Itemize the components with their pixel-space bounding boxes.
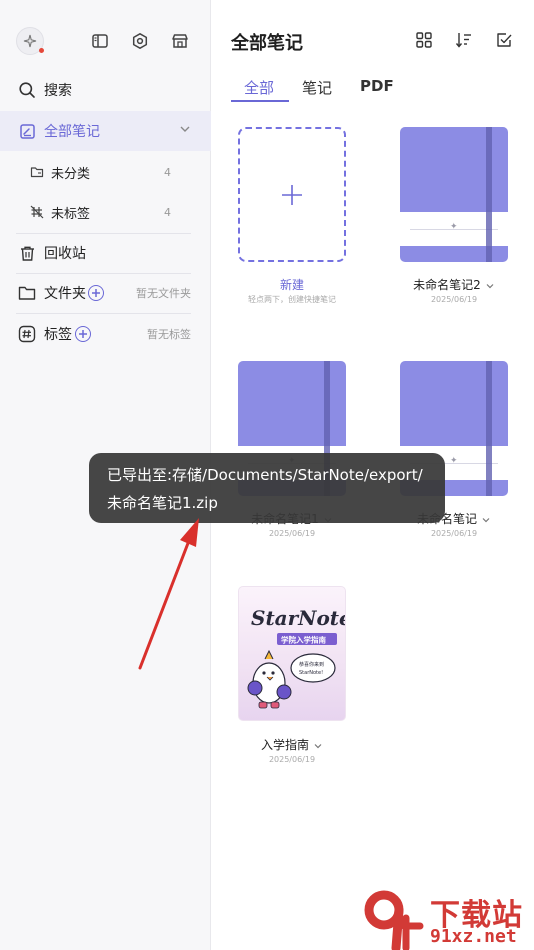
- sidebar-item-label: 全部笔记: [44, 124, 100, 140]
- avatar[interactable]: [16, 27, 44, 55]
- sidebar-item-label: 搜索: [44, 83, 72, 99]
- sidebar-item-all-notes[interactable]: 全部笔记: [0, 111, 211, 151]
- note-title[interactable]: 入学指南: [222, 736, 362, 753]
- empty-hint: 暂无标签: [147, 328, 191, 341]
- sparkle-icon: ✦: [450, 456, 458, 466]
- chevron-down-icon[interactable]: [485, 281, 495, 291]
- watermark: 9f 下载站 91xz.net: [360, 888, 534, 950]
- empty-hint: 暂无文件夹: [136, 287, 191, 300]
- plus-icon: [92, 289, 100, 297]
- chevron-down-icon[interactable]: [313, 741, 323, 751]
- sidebar-item-label: 未标签: [51, 206, 91, 222]
- plus-icon: [282, 184, 302, 205]
- note-date: 2025/06/19: [268, 529, 316, 538]
- sparkle-icon: [23, 34, 37, 48]
- new-note-button[interactable]: [238, 127, 346, 262]
- chevron-down-icon[interactable]: [179, 123, 191, 139]
- notebook-cover[interactable]: ✦: [400, 127, 508, 262]
- tab-pdf[interactable]: PDF: [360, 77, 394, 95]
- sidebar-item-folders[interactable]: 文件夹 暂无文件夹: [0, 273, 211, 313]
- tab-active-indicator: [231, 100, 289, 102]
- sort-icon[interactable]: [453, 29, 475, 51]
- sparkle-icon: ✦: [450, 222, 458, 232]
- search-icon: [18, 81, 36, 99]
- sidebar-item-label: 标签: [44, 327, 72, 343]
- sidebar-item-uncategorized[interactable]: 未分类 4: [0, 152, 211, 192]
- add-folder-button[interactable]: [88, 285, 104, 301]
- folder-icon: [30, 165, 44, 179]
- hashtag-icon: [18, 325, 36, 343]
- settings-icon[interactable]: [128, 29, 152, 53]
- grid-view-icon[interactable]: [413, 29, 435, 51]
- note-date: 2025/06/19: [430, 295, 478, 304]
- sidebar-item-label: 未分类: [51, 166, 91, 182]
- sidebar-toolbar: [16, 27, 196, 55]
- notification-dot: [39, 48, 44, 53]
- sidebar-item-label: 回收站: [44, 246, 86, 262]
- watermark-url: 91xz.net: [430, 926, 517, 947]
- chevron-down-icon[interactable]: [481, 515, 491, 525]
- note-icon: [18, 122, 36, 140]
- page-title: 全部笔记: [231, 33, 303, 54]
- item-count: 4: [164, 165, 171, 179]
- tab-all[interactable]: 全部: [244, 77, 274, 98]
- svg-text:9f: 9f: [360, 888, 362, 889]
- watermark-logo: 9f: [360, 888, 424, 950]
- toast-line: 已导出至:存储/Documents/StarNote/export/: [107, 466, 423, 484]
- svg-text:StarNote: StarNote: [251, 606, 346, 630]
- folder-icon: [18, 284, 36, 302]
- select-icon[interactable]: [493, 29, 515, 51]
- guide-illustration: StarNote 学院入学指南 恭喜你来到 StarNote!: [247, 606, 346, 709]
- tab-notes[interactable]: 笔记: [302, 77, 332, 98]
- untag-icon: [30, 205, 44, 219]
- toast-line: 未命名笔记1.zip: [107, 494, 218, 512]
- plus-icon: [79, 330, 87, 338]
- svg-text:StarNote!: StarNote!: [299, 670, 323, 676]
- store-icon[interactable]: [168, 29, 192, 53]
- cover-strap: [486, 361, 492, 496]
- note-date: 2025/06/19: [430, 529, 478, 538]
- note-title[interactable]: 未命名笔记2: [384, 276, 524, 293]
- sidebar-item-tags[interactable]: 标签 暂无标签: [0, 314, 211, 354]
- new-note-label[interactable]: 新建: [222, 276, 362, 293]
- trash-icon: [18, 244, 36, 262]
- cover-strap: [486, 127, 492, 262]
- sidebar-item-trash[interactable]: 回收站: [0, 233, 211, 273]
- svg-text:学院入学指南: 学院入学指南: [281, 635, 326, 645]
- export-toast: 已导出至:存储/Documents/StarNote/export/ 未命名笔记…: [89, 453, 445, 523]
- sidebar-item-search[interactable]: 搜索: [0, 70, 211, 110]
- add-tag-button[interactable]: [75, 326, 91, 342]
- sidebar-toggle-icon[interactable]: [88, 29, 112, 53]
- note-date: 2025/06/19: [268, 755, 316, 764]
- guide-cover[interactable]: StarNote 学院入学指南 恭喜你来到 StarNote!: [238, 586, 346, 721]
- sidebar-item-label: 文件夹: [44, 286, 86, 302]
- item-count: 4: [164, 205, 171, 219]
- sidebar-item-untagged[interactable]: 未标签 4: [0, 192, 211, 232]
- svg-text:恭喜你来到: 恭喜你来到: [299, 661, 324, 668]
- new-note-hint: 轻点两下，创建快捷笔记: [248, 295, 336, 304]
